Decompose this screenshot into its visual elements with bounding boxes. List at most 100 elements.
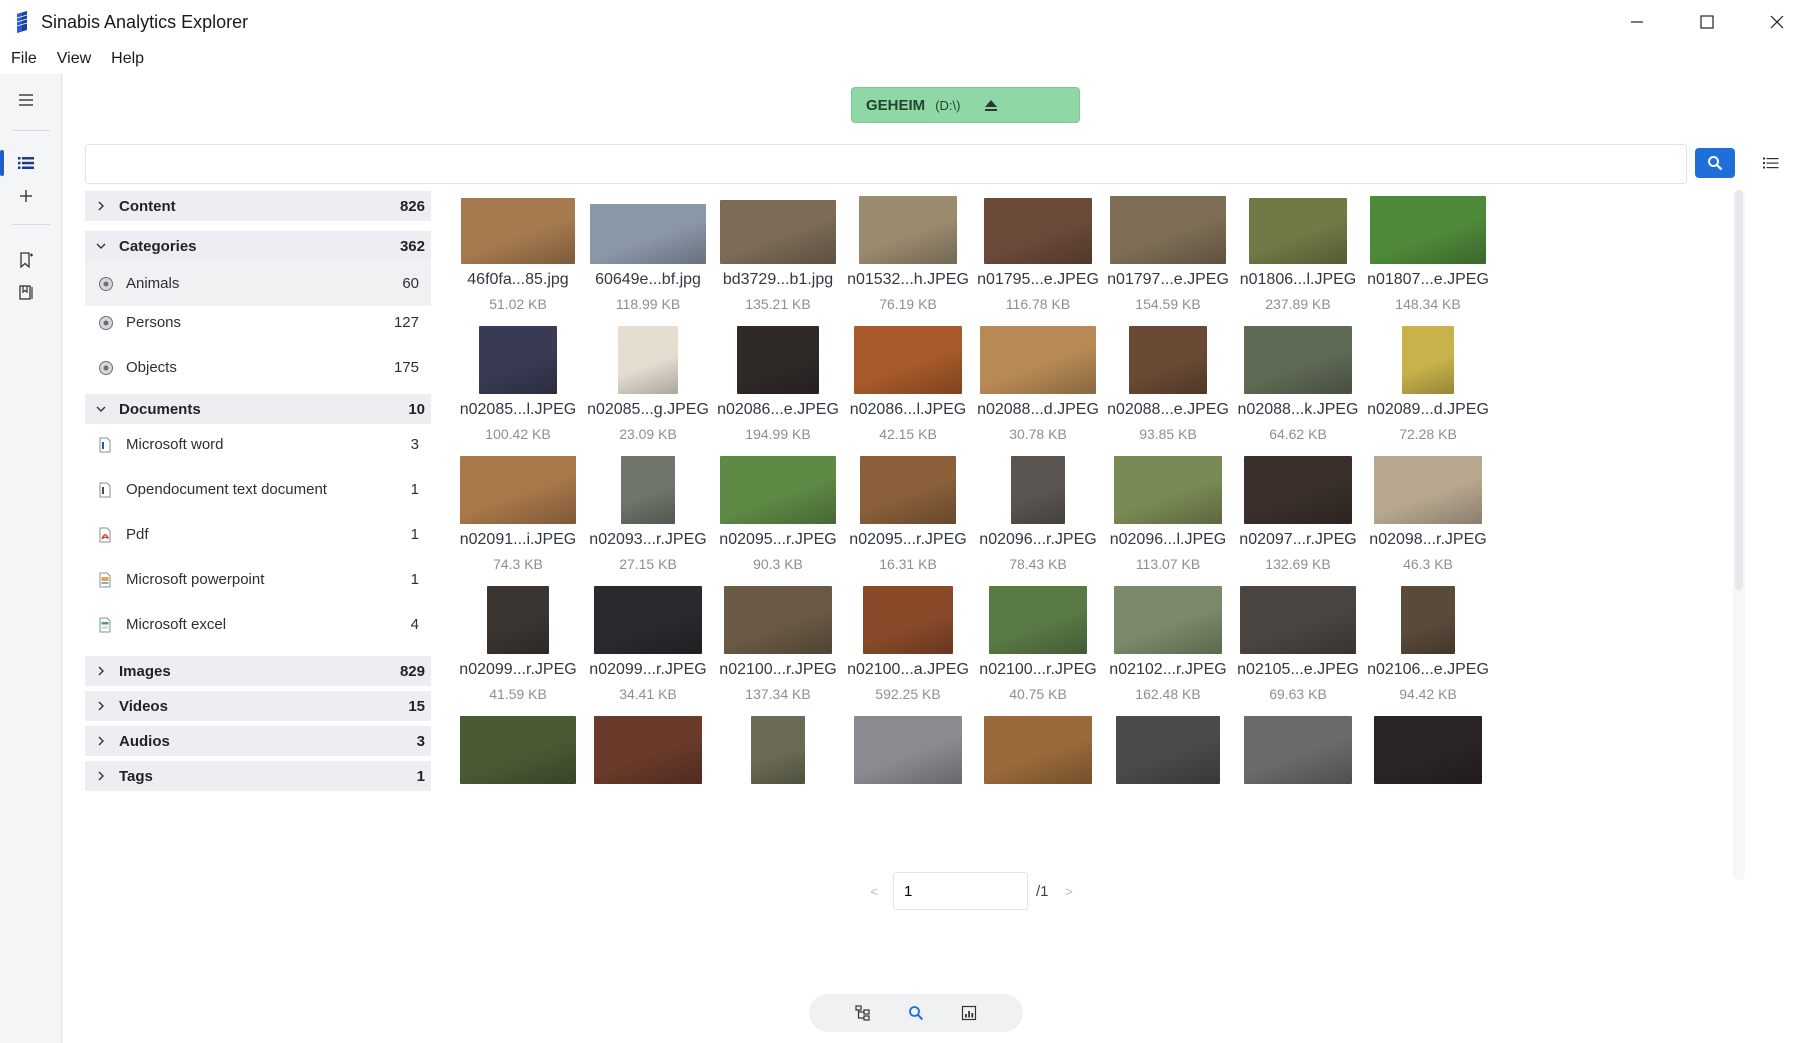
search-button[interactable] xyxy=(1695,148,1735,178)
file-tile[interactable]: n02089...d.JPEG 72.28 KB xyxy=(1353,312,1503,462)
file-tile[interactable]: bd3729...b1.jpg 135.21 KB xyxy=(703,182,853,332)
drive-selector[interactable]: GEHEIM (D:\) xyxy=(851,87,1080,123)
bookmark-add-button[interactable] xyxy=(10,244,42,276)
thumbnail-image[interactable] xyxy=(461,198,575,264)
file-tile[interactable]: n02095...r.JPEG 90.3 KB xyxy=(703,442,853,592)
thumbnail-image[interactable] xyxy=(1244,456,1352,524)
file-tile[interactable]: n02086...l.JPEG 42.15 KB xyxy=(833,312,983,462)
thumbnail-image[interactable] xyxy=(1240,586,1356,654)
thumbnail-image[interactable] xyxy=(1129,326,1207,394)
thumbnail-image[interactable] xyxy=(1402,326,1454,394)
facet-content[interactable]: Content 826 xyxy=(85,191,431,221)
thumbnail-image[interactable] xyxy=(984,716,1092,784)
thumbnail-image[interactable] xyxy=(720,200,836,264)
file-tile[interactable] xyxy=(1223,702,1373,852)
thumbnail-image[interactable] xyxy=(1401,586,1455,654)
thumbnail-image[interactable] xyxy=(1374,716,1482,784)
file-tile[interactable]: n02095...r.JPEG 16.31 KB xyxy=(833,442,983,592)
file-tile[interactable]: 60649e...bf.jpg 118.99 KB xyxy=(573,182,723,332)
menu-view[interactable]: View xyxy=(57,50,91,68)
file-tile[interactable]: n02088...e.JPEG 93.85 KB xyxy=(1093,312,1243,462)
file-tile[interactable]: n02086...e.JPEG 194.99 KB xyxy=(703,312,853,462)
file-tile[interactable]: n02088...d.JPEG 30.78 KB xyxy=(963,312,1113,462)
facet-item-persons[interactable]: Persons 127 xyxy=(85,300,431,345)
facet-tags[interactable]: Tags 1 xyxy=(85,761,431,791)
facet-item-microsoft-word[interactable]: Microsoft word 3 xyxy=(85,422,431,467)
add-button[interactable] xyxy=(10,180,42,212)
thumbnail-image[interactable] xyxy=(621,456,675,524)
maximize-button[interactable] xyxy=(1672,0,1742,44)
file-tile[interactable]: n01806...l.JPEG 237.89 KB xyxy=(1223,182,1373,332)
facet-audios[interactable]: Audios 3 xyxy=(85,726,431,756)
thumbnail-image[interactable] xyxy=(479,326,557,394)
thumbnail-image[interactable] xyxy=(1114,456,1222,524)
thumbnail-image[interactable] xyxy=(460,456,576,524)
facet-item-pdf[interactable]: Pdf 1 xyxy=(85,512,431,557)
statistics-button[interactable] xyxy=(956,1000,982,1026)
file-tile[interactable] xyxy=(1353,702,1503,852)
file-tile[interactable]: n01797...e.JPEG 154.59 KB xyxy=(1093,182,1243,332)
file-tile[interactable]: n01795...e.JPEG 116.78 KB xyxy=(963,182,1113,332)
file-tile[interactable]: n02088...k.JPEG 64.62 KB xyxy=(1223,312,1373,462)
thumbnail-image[interactable] xyxy=(1114,586,1222,654)
facet-item-objects[interactable]: Objects 175 xyxy=(85,345,431,390)
facet-item-microsoft-excel[interactable]: Microsoft excel 4 xyxy=(85,602,431,647)
list-view-nav-button[interactable] xyxy=(10,147,42,179)
thumbnail-image[interactable] xyxy=(859,196,957,264)
thumbnail-image[interactable] xyxy=(460,716,576,784)
menu-help[interactable]: Help xyxy=(111,50,144,68)
file-tile[interactable]: n02099...r.JPEG 34.41 KB xyxy=(573,572,723,722)
thumbnail-image[interactable] xyxy=(854,716,962,784)
thumbnail-image[interactable] xyxy=(1370,196,1486,264)
menu-file[interactable]: File xyxy=(11,50,37,68)
hamburger-menu-button[interactable] xyxy=(10,84,42,116)
facet-documents[interactable]: Documents 10 xyxy=(85,394,431,424)
file-tile[interactable]: n02097...r.JPEG 132.69 KB xyxy=(1223,442,1373,592)
close-button[interactable] xyxy=(1742,0,1812,44)
search-mode-button[interactable] xyxy=(903,1000,929,1026)
thumbnail-image[interactable] xyxy=(854,326,962,394)
file-tile[interactable] xyxy=(573,702,723,852)
file-tile[interactable] xyxy=(703,702,853,852)
thumbnail-image[interactable] xyxy=(984,198,1092,264)
file-tile[interactable]: n01807...e.JPEG 148.34 KB xyxy=(1353,182,1503,332)
file-tile[interactable] xyxy=(833,702,983,852)
thumbnail-image[interactable] xyxy=(737,326,819,394)
file-tile[interactable] xyxy=(963,702,1113,852)
file-tile[interactable]: n02096...r.JPEG 78.43 KB xyxy=(963,442,1113,592)
bookmarks-button[interactable] xyxy=(10,276,42,308)
scrollbar-thumb[interactable] xyxy=(1735,190,1743,590)
previous-page-button[interactable]: < xyxy=(863,884,885,899)
facet-item-microsoft-powerpoint[interactable]: Microsoft powerpoint 1 xyxy=(85,557,431,602)
tree-view-button[interactable] xyxy=(850,1000,876,1026)
thumbnail-image[interactable] xyxy=(751,716,805,784)
thumbnail-image[interactable] xyxy=(1374,456,1482,524)
thumbnail-image[interactable] xyxy=(594,716,702,784)
page-number-input[interactable] xyxy=(893,872,1028,910)
file-tile[interactable]: n02085...g.JPEG 23.09 KB xyxy=(573,312,723,462)
file-tile[interactable]: n02096...l.JPEG 113.07 KB xyxy=(1093,442,1243,592)
file-tile[interactable]: n02106...e.JPEG 94.42 KB xyxy=(1353,572,1503,722)
file-tile[interactable]: n02093...r.JPEG 27.15 KB xyxy=(573,442,723,592)
facet-images[interactable]: Images 829 xyxy=(85,656,431,686)
thumbnail-image[interactable] xyxy=(863,586,953,654)
thumbnail-image[interactable] xyxy=(1116,716,1220,784)
file-tile[interactable]: n02098...r.JPEG 46.3 KB xyxy=(1353,442,1503,592)
facet-item-opendocument[interactable]: Opendocument text document 1 xyxy=(85,467,431,512)
thumbnail-image[interactable] xyxy=(1110,196,1226,264)
list-view-toggle[interactable] xyxy=(1751,148,1791,178)
thumbnail-image[interactable] xyxy=(989,586,1087,654)
thumbnail-image[interactable] xyxy=(980,326,1096,394)
eject-icon[interactable] xyxy=(984,98,998,112)
thumbnail-image[interactable] xyxy=(1249,198,1347,264)
thumbnail-image[interactable] xyxy=(1244,716,1352,784)
search-input[interactable] xyxy=(85,144,1687,184)
thumbnail-image[interactable] xyxy=(860,456,956,524)
file-tile[interactable] xyxy=(1093,702,1243,852)
thumbnail-image[interactable] xyxy=(594,586,702,654)
thumbnail-image[interactable] xyxy=(487,586,549,654)
file-tile[interactable]: n02105...e.JPEG 69.63 KB xyxy=(1223,572,1373,722)
thumbnail-image[interactable] xyxy=(1011,456,1065,524)
thumbnail-image[interactable] xyxy=(590,204,706,264)
file-tile[interactable]: n02100...r.JPEG 40.75 KB xyxy=(963,572,1113,722)
